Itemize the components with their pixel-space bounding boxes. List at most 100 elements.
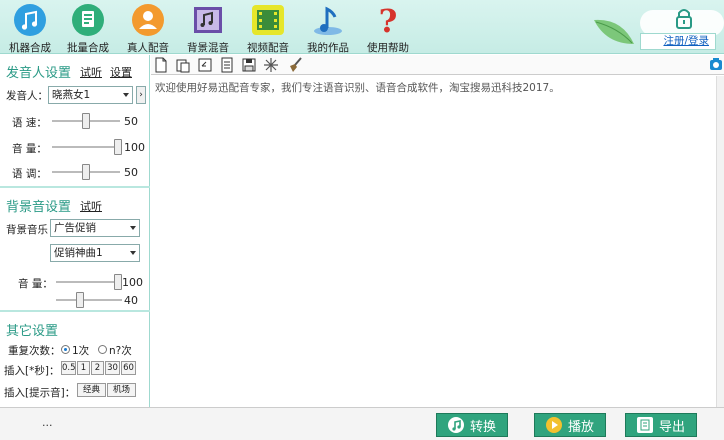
top-toolbar: 机器合成 批量合成 真人配音 背景混音 视频配音 我的作品 ? 使用帮助 注册/… [0, 0, 724, 54]
new-document-icon[interactable] [153, 57, 169, 73]
bottom-bar: ... 转换 播放 导出 [0, 407, 724, 440]
toolbar-label: 真人配音 [127, 42, 169, 54]
slider-thumb[interactable] [114, 274, 122, 290]
status-text: ... [42, 416, 53, 429]
export-label: 导出 [658, 419, 685, 435]
toolbar-item-real-voice[interactable]: 真人配音 [118, 0, 178, 54]
voice-settings-title: 发音人设置 [6, 66, 72, 81]
section-divider [0, 186, 150, 188]
broom-clear-icon[interactable] [287, 57, 303, 73]
export-button[interactable]: 导出 [625, 413, 697, 437]
toolbar-label: 机器合成 [9, 42, 51, 54]
svg-text:?: ? [379, 3, 398, 37]
question-icon: ? [370, 2, 406, 38]
speed-label: 语 速： [12, 117, 47, 129]
play-icon [545, 417, 562, 433]
insert-sec-30-button[interactable]: 30 [105, 361, 120, 375]
play-button[interactable]: 播放 [534, 413, 606, 437]
toolbar-item-help[interactable]: ? 使用帮助 [358, 0, 418, 54]
repeat-n-radio[interactable] [98, 345, 107, 354]
sparkle-icon[interactable] [263, 57, 279, 73]
chevron-down-icon [130, 226, 136, 230]
music-note-icon [447, 417, 464, 433]
repeat-label: 重复次数： [8, 345, 61, 357]
insert-sec-1-button[interactable]: 1 [77, 361, 90, 375]
bg-volume-slider[interactable] [56, 273, 122, 291]
speaker-more-button[interactable]: › [136, 86, 146, 104]
slider-thumb[interactable] [82, 164, 90, 180]
slider-track [52, 146, 120, 148]
music-file-icon [310, 2, 346, 38]
export-document-icon [636, 417, 653, 433]
register-login-link[interactable]: 注册/登录 [640, 33, 716, 50]
text-editor[interactable]: 欢迎使用好易迅配音专家，我们专注语音识别、语音合成软件，淘宝搜易迅科技2017。 [151, 76, 724, 407]
volume-label: 音 量： [12, 143, 47, 155]
bg-music-category-value: 广告促销 [54, 222, 96, 234]
slider-thumb[interactable] [76, 292, 84, 308]
repeat-once-radio[interactable] [61, 345, 70, 354]
voice-audition-link[interactable]: 试听 [80, 64, 102, 80]
voice-settings-link[interactable]: 设置 [110, 64, 132, 80]
music-mixer-icon [190, 2, 226, 38]
bg-music-track-value: 促销神曲1 [54, 247, 103, 259]
vertical-scrollbar[interactable] [716, 76, 724, 407]
other-settings-title: 其它设置 [6, 324, 59, 339]
insert-sec-2-button[interactable]: 2 [91, 361, 104, 375]
batch-document-icon [70, 2, 106, 38]
slider-thumb[interactable] [82, 113, 90, 129]
lock-icon [672, 6, 696, 30]
bg-music-track-select[interactable]: 促销神曲1 [50, 244, 140, 262]
slider-track [56, 281, 122, 283]
editor-toolbar [151, 55, 724, 75]
toolbar-item-bg-mix[interactable]: 背景混音 [178, 0, 238, 54]
speaker-select[interactable]: 晓燕女1 [48, 86, 133, 104]
repeat-once-label: 1次 [72, 345, 90, 357]
slider-track [56, 299, 122, 301]
music-note-icon [12, 2, 48, 38]
toolbar-item-batch-synthesis[interactable]: 批量合成 [58, 0, 118, 54]
insert-tone-label: 插入[提示音]： [4, 387, 76, 399]
bg-volume-value: 100 [122, 276, 143, 289]
leaf-decoration-icon [592, 14, 636, 48]
insert-sec-60-button[interactable]: 60 [121, 361, 136, 375]
editor-content[interactable]: 欢迎使用好易迅配音专家，我们专注语音识别、语音合成软件，淘宝搜易迅科技2017。 [155, 80, 560, 95]
insert-seconds-label: 插入[*秒]： [4, 365, 60, 377]
undo-icon[interactable] [197, 57, 213, 73]
toolbar-label: 背景混音 [187, 42, 229, 54]
play-label: 播放 [567, 419, 594, 435]
person-icon [130, 2, 166, 38]
bg-volume2-slider[interactable] [56, 291, 122, 309]
toolbar-item-my-works[interactable]: 我的作品 [298, 0, 358, 54]
speed-value: 50 [124, 115, 138, 128]
bg-music-label: 背景音乐 [6, 224, 48, 236]
toolbar-item-machine-synthesis[interactable]: 机器合成 [0, 0, 60, 54]
settings-panel: 发音人设置 试听 设置 发音人： 晓燕女1 › 语 速： 50 音 量： 100… [0, 55, 150, 407]
insert-sec-0.5-button[interactable]: 0.5 [61, 361, 76, 375]
bg-audition-link[interactable]: 试听 [80, 198, 102, 214]
save-icon[interactable] [241, 57, 257, 73]
bg-settings-title: 背景音设置 [6, 200, 72, 215]
text-document-icon[interactable] [219, 57, 235, 73]
speaker-value: 晓燕女1 [52, 89, 91, 101]
toolbar-label: 我的作品 [307, 42, 349, 54]
insert-tone-airport-button[interactable]: 机场 [107, 383, 136, 397]
toolbar-label: 使用帮助 [367, 42, 409, 54]
bg-volume-label: 音 量： [18, 278, 53, 290]
pitch-slider[interactable] [52, 163, 120, 181]
volume-slider[interactable] [52, 138, 122, 156]
toolbar-label: 视频配音 [247, 42, 289, 54]
slider-thumb[interactable] [114, 139, 122, 155]
convert-button[interactable]: 转换 [436, 413, 508, 437]
insert-tone-classic-button[interactable]: 经典 [77, 383, 106, 397]
bg-music-category-select[interactable]: 广告促销 [50, 219, 140, 237]
toolbar-label: 批量合成 [67, 42, 109, 54]
paste-icon[interactable] [175, 57, 191, 73]
section-divider [0, 310, 150, 312]
chevron-down-icon [130, 251, 136, 255]
pitch-label: 语 调： [12, 168, 47, 180]
camera-icon[interactable] [709, 57, 724, 73]
convert-label: 转换 [469, 419, 496, 435]
toolbar-item-video-dub[interactable]: 视频配音 [238, 0, 298, 54]
pitch-value: 50 [124, 166, 138, 179]
speed-slider[interactable] [52, 112, 120, 130]
